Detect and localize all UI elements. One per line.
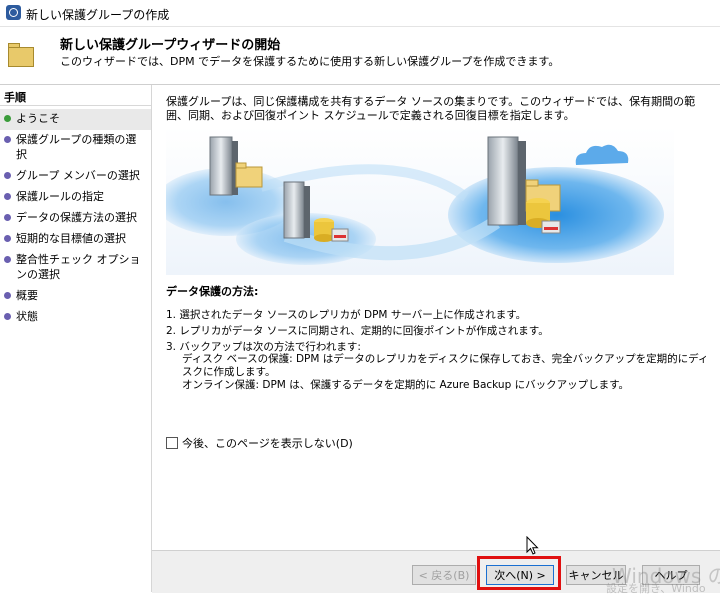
step-summary: 概要: [0, 286, 151, 307]
step-status: 状態: [0, 307, 151, 328]
protection-illustration: [166, 127, 674, 275]
window-title: 新しい保護グループの作成: [26, 8, 170, 22]
page-subtitle: このウィザードでは、DPM でデータを保護するために使用する新しい保護グループを…: [60, 55, 560, 68]
step-status-icon: [4, 136, 11, 143]
checkbox-box[interactable]: [166, 437, 178, 449]
dont-show-checkbox[interactable]: 今後、このページを表示しない(D): [166, 435, 353, 451]
steps-list: ようこそ 保護グループの種類の選択 グループ メンバーの選択 保護ルールの指定 …: [0, 109, 151, 328]
method-step-2: 2. レプリカがデータ ソースに同期され、定期的に回復ポイントが作成されます。: [166, 325, 549, 337]
step-status-icon: [4, 172, 11, 179]
step-welcome: ようこそ: [0, 109, 151, 130]
method-heading: データ保護の方法:: [166, 285, 259, 298]
step-status-icon: [4, 193, 11, 200]
disk-protection-text: ディスク ベースの保護: DPM はデータのレプリカをディスクに保存しておき、完…: [182, 353, 709, 378]
mouse-cursor-icon: [526, 536, 539, 555]
online-protection-text: オンライン保護: DPM は、保護するデータを定期的に Azure Backup…: [182, 379, 630, 391]
step-status-icon: [4, 256, 11, 263]
checkbox-label: 今後、このページを表示しない(D): [182, 437, 353, 450]
step-select-group-type: 保護グループの種類の選択: [0, 130, 151, 166]
step-status-icon: [4, 235, 11, 242]
activation-watermark-text: 設定を開き、Windo: [606, 582, 706, 595]
divider: [0, 105, 151, 106]
steps-heading: 手順: [4, 91, 26, 104]
method-step-3: 3. バックアップは次の方法で行われます:: [166, 341, 361, 353]
back-button[interactable]: < 戻る(B): [412, 565, 476, 585]
highlight-box: [477, 556, 561, 590]
step-select-group-members: グループ メンバーの選択: [0, 166, 151, 187]
page-title: 新しい保護グループウィザードの開始: [60, 38, 281, 53]
step-short-term-goals: 短期的な目標値の選択: [0, 229, 151, 250]
folder-icon: [8, 43, 34, 67]
step-protection-rules: 保護ルールの指定: [0, 187, 151, 208]
steps-pane: 手順 ようこそ 保護グループの種類の選択 グループ メンバーの選択 保護ルールの…: [0, 85, 152, 592]
title-bar: 新しい保護グループの作成: [0, 0, 720, 27]
intro-text: 保護グループは、同じ保護構成を共有するデータ ソースの集まりです。このウィザード…: [166, 95, 696, 122]
method-step-1: 1. 選択されたデータ ソースのレプリカが DPM サーバー上に作成されます。: [166, 309, 527, 321]
wizard-header: 新しい保護グループウィザードの開始 このウィザードでは、DPM でデータを保護す…: [0, 27, 720, 85]
step-status-icon: [4, 313, 11, 320]
step-protection-method: データの保護方法の選択: [0, 208, 151, 229]
step-status-icon: [4, 115, 11, 122]
step-status-icon: [4, 214, 11, 221]
content-pane: 保護グループは、同じ保護構成を共有するデータ ソースの集まりです。このウィザード…: [152, 85, 720, 550]
step-consistency-check: 整合性チェック オプションの選択: [0, 250, 151, 286]
step-status-icon: [4, 292, 11, 299]
dpm-app-icon: [6, 5, 21, 20]
